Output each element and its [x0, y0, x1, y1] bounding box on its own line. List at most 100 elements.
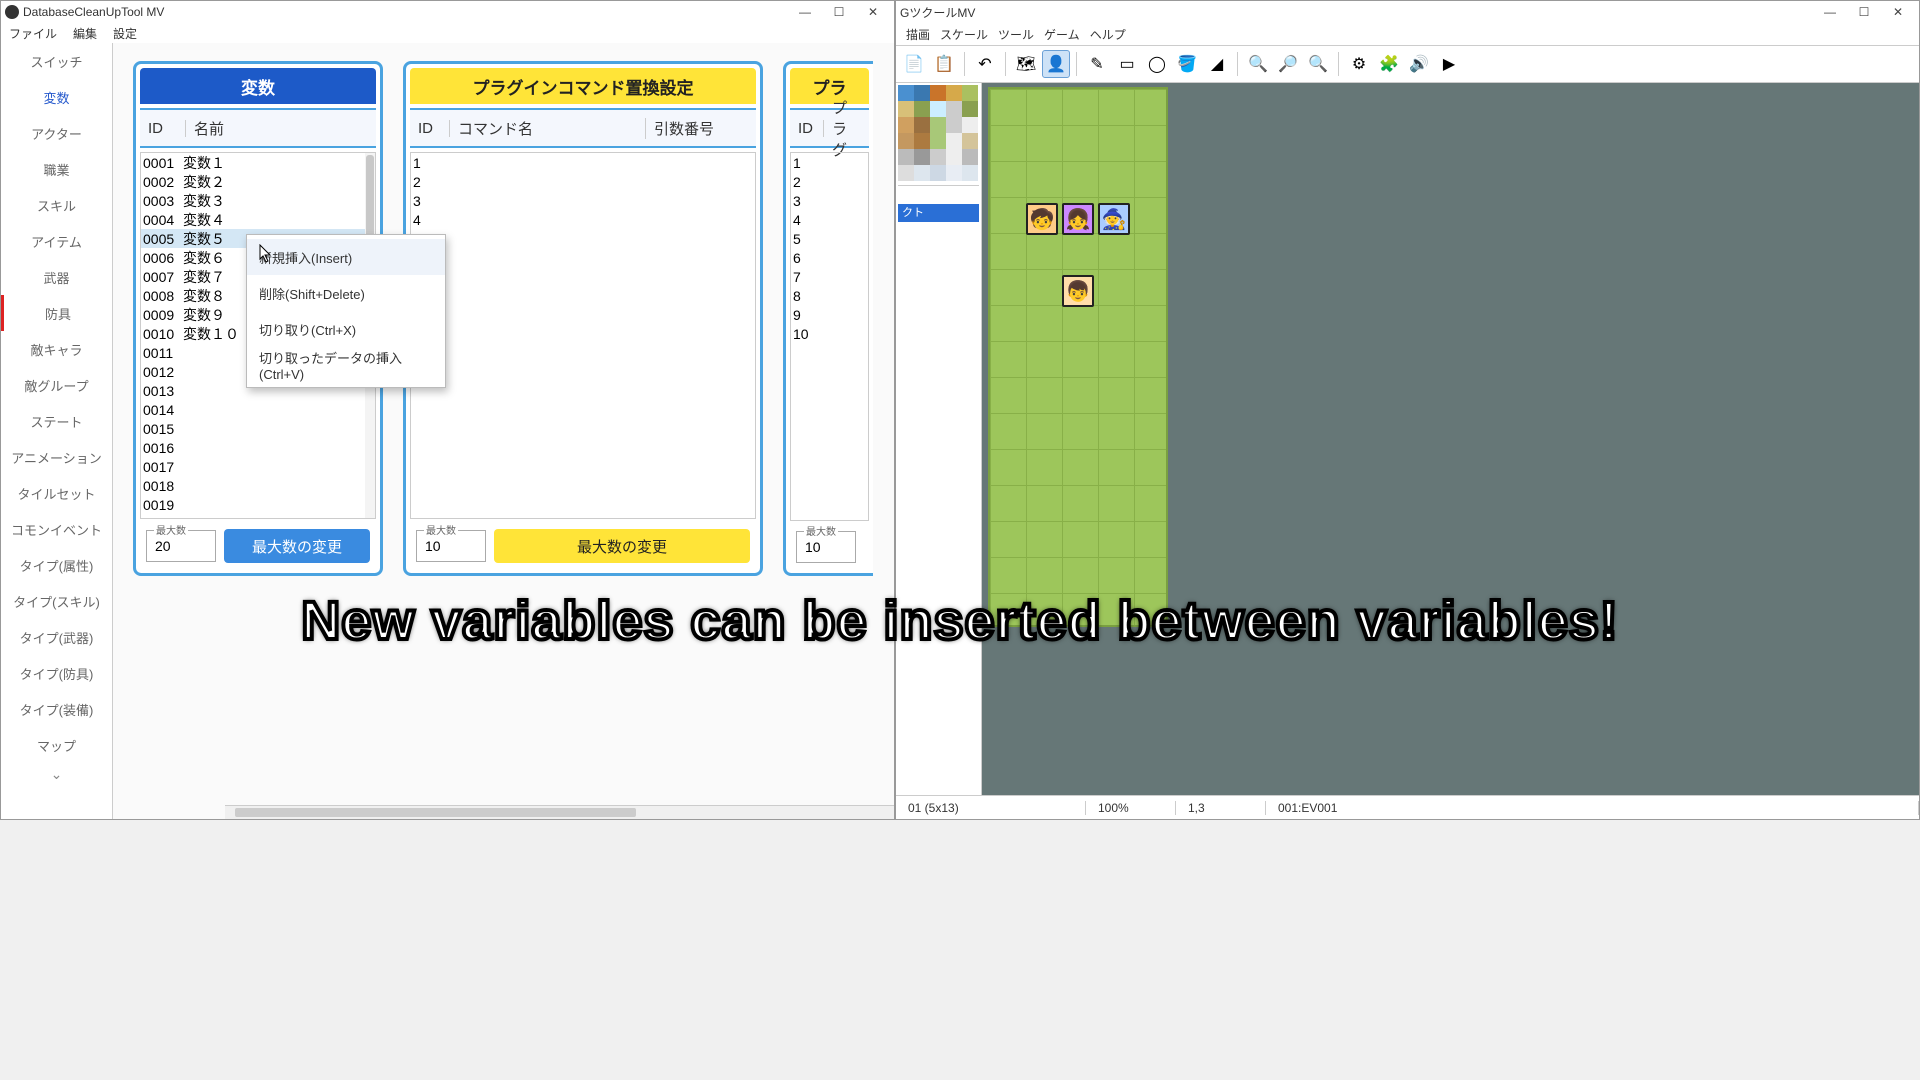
table-row[interactable]: 3	[791, 191, 868, 210]
tile[interactable]	[946, 117, 962, 133]
col-cmd[interactable]: コマンド名	[450, 118, 646, 139]
zoom-actual-icon[interactable]: 🔎	[1274, 50, 1302, 78]
table-row[interactable]: 10	[791, 324, 868, 343]
shadow-icon[interactable]: ◢	[1203, 50, 1231, 78]
tile[interactable]	[898, 165, 914, 181]
panel3-list[interactable]: 12345678910	[790, 152, 869, 521]
tile[interactable]	[914, 165, 930, 181]
table-row[interactable]: 0019	[141, 495, 375, 514]
map-canvas[interactable]: 🧒 👧 🧙 👦	[982, 83, 1919, 795]
map-tree-item-selected[interactable]: クト	[898, 204, 979, 222]
col-id[interactable]: ID	[410, 120, 450, 137]
sidebar-item[interactable]: 敵キャラ	[1, 331, 112, 367]
sidebar-item[interactable]: マップ	[1, 727, 112, 763]
table-row[interactable]: 9	[791, 305, 868, 324]
tile[interactable]	[962, 117, 978, 133]
menu-scale[interactable]: スケール	[940, 26, 988, 43]
table-row[interactable]: 2	[791, 172, 868, 191]
maximize-button[interactable]: ☐	[822, 1, 856, 23]
col-name[interactable]: プラグ	[824, 97, 869, 160]
close-button[interactable]: ✕	[856, 1, 890, 23]
ellipse-icon[interactable]: ◯	[1143, 50, 1171, 78]
sidebar-item[interactable]: 職業	[1, 151, 112, 187]
tile[interactable]	[962, 165, 978, 181]
database-icon[interactable]: ⚙	[1345, 50, 1373, 78]
menu-settings[interactable]: 設定	[109, 23, 141, 43]
ctx-paste[interactable]: 切り取ったデータの挿入(Ctrl+V)	[247, 347, 445, 383]
table-row[interactable]: 3	[411, 191, 755, 210]
minimize-button[interactable]: —	[1813, 1, 1847, 23]
event-sprite[interactable]: 👧	[1062, 203, 1094, 235]
ctx-insert[interactable]: 新規挿入(Insert)	[247, 239, 445, 275]
tile[interactable]	[898, 85, 914, 101]
copy-icon[interactable]: 📄	[900, 50, 928, 78]
minimize-button[interactable]: —	[788, 1, 822, 23]
tile-palette[interactable]	[898, 85, 979, 181]
table-row[interactable]: 1	[411, 153, 755, 172]
zoom-in-icon[interactable]: 🔍	[1304, 50, 1332, 78]
sidebar-item[interactable]: タイプ(属性)	[1, 547, 112, 583]
tile[interactable]	[962, 85, 978, 101]
event-sprite[interactable]: 👦	[1062, 275, 1094, 307]
fill-icon[interactable]: 🪣	[1173, 50, 1201, 78]
col-id[interactable]: ID	[790, 120, 824, 137]
app2-titlebar[interactable]: GツクールMV — ☐ ✕	[896, 1, 1919, 23]
tile[interactable]	[914, 101, 930, 117]
menu-game[interactable]: ゲーム	[1044, 26, 1080, 43]
tile[interactable]	[914, 117, 930, 133]
tile[interactable]	[930, 165, 946, 181]
table-row[interactable]: 6	[791, 248, 868, 267]
table-row[interactable]: 4	[791, 210, 868, 229]
tile[interactable]	[914, 149, 930, 165]
map-mode-icon[interactable]: 🗺	[1012, 50, 1040, 78]
tile[interactable]	[898, 117, 914, 133]
table-row[interactable]: 2	[411, 172, 755, 191]
table-row[interactable]: 0016	[141, 438, 375, 457]
change-max-button[interactable]: 最大数の変更	[224, 529, 370, 563]
sidebar-item[interactable]: 変数	[1, 79, 112, 115]
table-row[interactable]: 0020	[141, 514, 375, 519]
tile[interactable]	[898, 133, 914, 149]
col-arg[interactable]: 引数番号	[646, 118, 756, 139]
menu-tool[interactable]: ツール	[998, 26, 1034, 43]
sidebar-item[interactable]: ステート	[1, 403, 112, 439]
zoom-out-icon[interactable]: 🔍	[1244, 50, 1272, 78]
table-row[interactable]: 4	[411, 210, 755, 229]
tile[interactable]	[930, 149, 946, 165]
table-row[interactable]: 0017	[141, 457, 375, 476]
play-icon[interactable]: ▶	[1435, 50, 1463, 78]
tile[interactable]	[946, 85, 962, 101]
tile[interactable]	[962, 149, 978, 165]
tile[interactable]	[930, 117, 946, 133]
table-row[interactable]: 0002変数２	[141, 172, 375, 191]
menu-edit[interactable]: 編集	[69, 23, 101, 43]
tile[interactable]	[962, 133, 978, 149]
undo-icon[interactable]: ↶	[971, 50, 999, 78]
map-tree[interactable]: クト	[898, 185, 979, 793]
tile[interactable]	[930, 85, 946, 101]
maximize-button[interactable]: ☐	[1847, 1, 1881, 23]
sidebar-item[interactable]: コモンイベント	[1, 511, 112, 547]
close-button[interactable]: ✕	[1881, 1, 1915, 23]
horizontal-scrollbar[interactable]	[225, 805, 894, 819]
sidebar-item[interactable]: スキル	[1, 187, 112, 223]
ctx-cut[interactable]: 切り取り(Ctrl+X)	[247, 311, 445, 347]
sidebar-item[interactable]: アニメーション	[1, 439, 112, 475]
table-row[interactable]: 0001変数１	[141, 153, 375, 172]
menu-draw[interactable]: 描画	[906, 26, 930, 43]
sound-icon[interactable]: 🔊	[1405, 50, 1433, 78]
rect-icon[interactable]: ▭	[1113, 50, 1141, 78]
menu-file[interactable]: ファイル	[5, 23, 61, 43]
sidebar-item[interactable]: 武器	[1, 259, 112, 295]
sidebar-item[interactable]: 敵グループ	[1, 367, 112, 403]
map-tree-item[interactable]	[898, 186, 979, 204]
table-row[interactable]: 0018	[141, 476, 375, 495]
sidebar-item[interactable]: アイテム	[1, 223, 112, 259]
tile[interactable]	[946, 101, 962, 117]
plugin-icon[interactable]: 🧩	[1375, 50, 1403, 78]
sidebar-item[interactable]: タイプ(防具)	[1, 655, 112, 691]
plugin-list[interactable]: 1234	[410, 152, 756, 519]
table-row[interactable]: 0015	[141, 419, 375, 438]
table-row[interactable]: 7	[791, 267, 868, 286]
sidebar-item[interactable]: 防具	[1, 295, 112, 331]
